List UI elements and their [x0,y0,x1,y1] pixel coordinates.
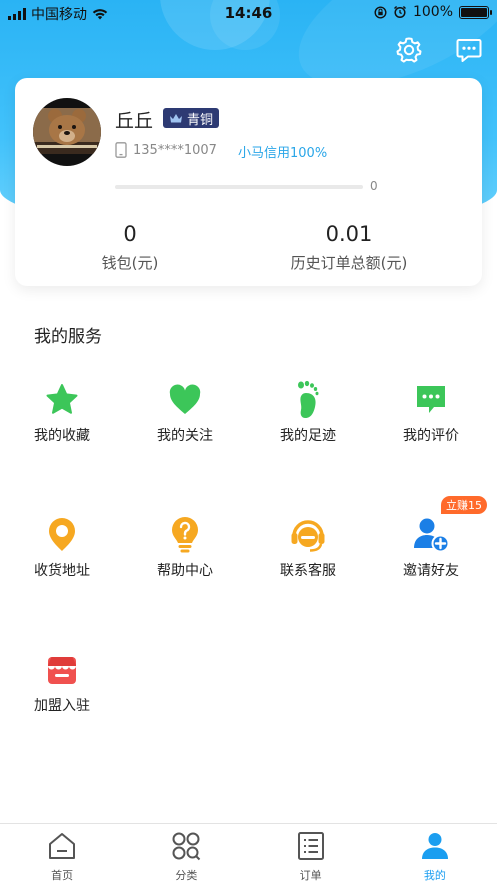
order-list-icon [297,832,324,860]
phone-icon [115,142,127,158]
tab-home[interactable]: 首页 [0,824,124,883]
location-icon [49,518,75,551]
tab-mine[interactable]: 我的 [373,824,497,883]
service-reviews[interactable]: 我的评价 [381,380,481,445]
store-icon [48,657,76,684]
tab-category[interactable]: 分类 [124,824,248,883]
bottom-tab-bar: 首页 分类 订单 我的 [0,823,497,883]
message-button[interactable] [452,33,486,67]
tab-label: 订单 [299,869,322,882]
service-invite-friends[interactable]: 邀请好友 [381,515,481,580]
wallet-value: 0 [123,222,137,246]
battery-percent: 100% [412,4,453,20]
tab-label: 首页 [51,869,74,882]
service-label: 我的收藏 [34,428,90,444]
add-friend-icon [414,518,450,553]
phone-row: 135****1007 [115,142,217,158]
status-bar: 中国移动 14:46 100% [0,0,497,26]
level-badge-text: 青铜 [187,112,214,128]
gear-icon [396,37,422,63]
history-order-label: 历史订单总额(元) [290,254,408,272]
heart-icon [169,384,201,414]
wallet-label: 钱包(元) [101,254,159,272]
service-join-merchant[interactable]: 加盟入驻 [12,650,112,715]
service-label: 我的足迹 [280,428,336,444]
service-label: 联系客服 [280,563,336,579]
service-label: 加盟入驻 [34,698,90,714]
tab-label: 分类 [175,869,198,882]
history-order-stat[interactable]: 0.01 历史订单总额(元) [249,222,449,273]
user-icon [421,833,448,859]
headset-icon [291,520,325,552]
history-order-value: 0.01 [325,222,373,246]
chat-icon [456,39,482,62]
battery-icon [459,5,492,19]
help-bulb-icon [172,517,198,553]
service-customer-support[interactable]: 联系客服 [258,515,358,580]
service-favorites[interactable]: 我的收藏 [12,380,112,445]
level-progress-bar [115,185,363,189]
progress-value: 0 [370,179,378,193]
phone-number: 135****1007 [133,142,217,158]
invite-reward-tag: 立赚15 [441,496,487,514]
wallet-stat[interactable]: 0 钱包(元) [30,222,230,273]
level-badge: 青铜 [163,108,220,128]
tab-orders[interactable]: 订单 [249,824,373,883]
service-help[interactable]: 帮助中心 [135,515,235,580]
avatar[interactable] [33,98,101,166]
category-icon [172,832,201,861]
service-following[interactable]: 我的关注 [135,380,235,445]
crown-icon [170,113,182,122]
star-icon [46,384,78,414]
rotation-lock-icon [374,5,387,19]
comment-icon [417,386,445,413]
footprint-icon [298,380,319,418]
service-label: 收货地址 [34,563,90,579]
service-label: 我的关注 [157,428,213,444]
teddy-bear-avatar-image [33,108,101,154]
settings-button[interactable] [392,33,426,67]
home-icon [49,833,76,859]
credit-score-link[interactable]: 小马信用100% [238,142,327,161]
service-label: 帮助中心 [157,563,213,579]
service-footprints[interactable]: 我的足迹 [258,380,358,445]
user-name: 丘丘 [115,110,154,132]
alarm-icon [393,5,406,19]
service-label: 我的评价 [403,428,459,444]
services-title: 我的服务 [34,327,102,347]
profile-card: 丘丘 青铜 135****1007 小马信用100% 0 0 钱包(元) 0.0… [15,78,482,286]
tab-label: 我的 [423,869,446,882]
service-address[interactable]: 收货地址 [12,515,112,580]
service-label: 邀请好友 [403,563,459,579]
